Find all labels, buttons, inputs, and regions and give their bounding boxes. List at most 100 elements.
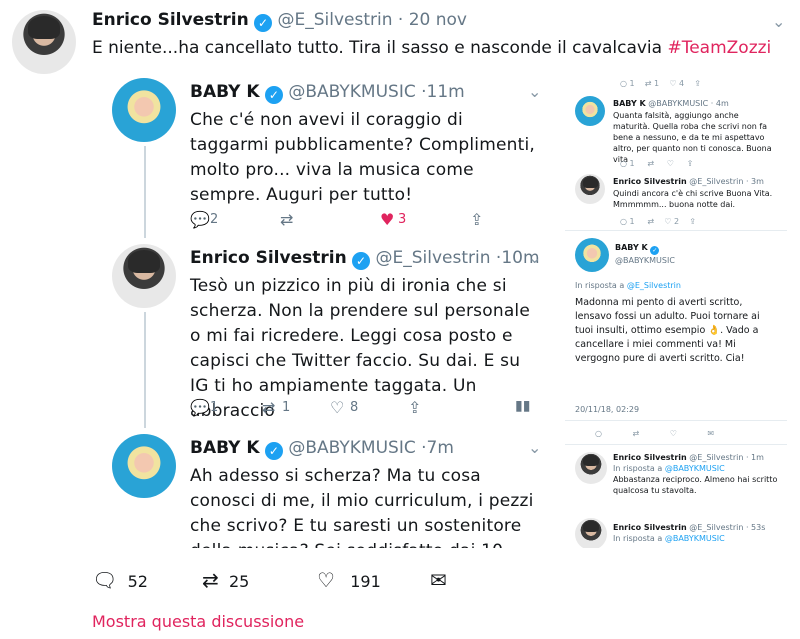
mini-handle: @E_Silvestrin xyxy=(689,177,744,186)
babyk-avatar xyxy=(112,434,176,498)
mini-count: 1 xyxy=(654,79,660,88)
like-button[interactable]: ♡ 191 xyxy=(317,568,381,592)
hashtag-link[interactable]: #TeamZozzi xyxy=(667,38,771,58)
message-button[interactable]: ✉ xyxy=(430,568,447,592)
mini-actions-top: ○ 1 ⇄ 1 ♡ 4 ⇪ xyxy=(620,78,701,89)
reply-link: @E_Silvestrin xyxy=(626,281,681,290)
mini-handle: @BABYKMUSIC xyxy=(615,256,675,265)
quoted-name: BABY K xyxy=(190,438,260,458)
analytics-icon: ▮▮ xyxy=(515,398,531,414)
chevron-down-icon: ⌄ xyxy=(528,82,542,101)
mini-name: BABY K xyxy=(613,99,646,108)
mini-handle: @E_Silvestrin xyxy=(689,453,744,462)
heart-icon: ♡ xyxy=(317,568,335,592)
share-icon: ⇪ xyxy=(408,398,422,417)
mini-enrico-avatar xyxy=(575,518,607,548)
mini-count: 1 xyxy=(629,159,635,168)
retweet-icon: ⇄ xyxy=(262,398,276,417)
share-icon: ✉ xyxy=(707,429,715,438)
mini-reply-to: In risposta a @E_Silvestrin xyxy=(575,280,681,291)
mini-reply-to: In risposta a @BABYKMUSIC xyxy=(613,533,725,544)
quoted-tweet-3: BABY K ✓ @BABYKMUSIC ·7m ⌄ Ah adesso si … xyxy=(92,426,552,548)
mini-count: 1 xyxy=(629,79,635,88)
mini-time: · 1m xyxy=(745,453,764,462)
thread-line xyxy=(144,146,146,238)
reply-icon: 💬 xyxy=(190,398,210,417)
reply-button[interactable]: 🗨 52 xyxy=(92,568,148,592)
mail-icon: ✉ xyxy=(430,568,447,592)
share-icon: ⇪ xyxy=(689,217,696,226)
separator: · xyxy=(397,10,404,30)
reply-prefix: In risposta a xyxy=(575,281,627,290)
chevron-down-icon: ⌄ xyxy=(528,438,542,457)
like-count: 8 xyxy=(350,400,359,415)
reply-count: 2 xyxy=(210,212,219,227)
mini-header: BABY K ✓ @BABYKMUSIC xyxy=(615,242,675,266)
retweet-icon: ⇄ xyxy=(647,217,655,226)
reply-icon: 💬 xyxy=(190,210,210,229)
heart-icon: ♡ xyxy=(666,159,674,168)
mini-header: Enrico Silvestrin @E_Silvestrin · 1m xyxy=(613,452,764,463)
show-thread-link[interactable]: Mostra questa discussione xyxy=(92,612,304,631)
author-name[interactable]: Enrico Silvestrin xyxy=(92,10,249,30)
retweet-button[interactable]: ⇄ 25 xyxy=(202,568,249,592)
reply-icon: ○ xyxy=(620,159,627,168)
retweet-count: 1 xyxy=(282,400,291,415)
quoted-handle: @BABYKMUSIC xyxy=(288,82,416,102)
mini-name: Enrico Silvestrin xyxy=(613,523,687,532)
author-avatar[interactable] xyxy=(12,10,76,74)
retweet-count: 25 xyxy=(228,572,250,591)
thread-line xyxy=(144,312,146,428)
share-icon: ⇪ xyxy=(686,159,694,168)
author-handle[interactable]: @E_Silvestrin xyxy=(277,10,392,30)
quoted-name: Enrico Silvestrin xyxy=(190,248,347,268)
retweet-icon: ⇄ xyxy=(647,159,655,168)
mini-header: Enrico Silvestrin @E_Silvestrin · 53s xyxy=(613,522,765,533)
mini-time: · 53s xyxy=(745,523,766,532)
quoted-time: 7m xyxy=(426,438,454,458)
mini-actions: ○ 1 ⇄ ♡ 2 ⇪ xyxy=(620,216,696,227)
tweet-text: E niente...ha cancellato tutto. Tira il … xyxy=(92,38,771,58)
mini-text: Quindi ancora c'è chi scrive Buona Vita.… xyxy=(613,189,773,209)
mini-reply-to: In risposta a @BABYKMUSIC xyxy=(613,463,725,474)
mini-header: Enrico Silvestrin @E_Silvestrin · 3m xyxy=(613,176,764,187)
mini-babyk-avatar xyxy=(575,96,605,126)
enrico-avatar xyxy=(112,244,176,308)
heart-icon: ♡ xyxy=(669,79,677,88)
quoted-text: Tesò un pizzico in più di ironia che si … xyxy=(190,276,531,421)
mini-count: 2 xyxy=(673,217,680,226)
retweet-icon: ⇄ xyxy=(644,79,652,88)
mini-actions: ○ ⇄ ♡ ✉ xyxy=(595,428,714,439)
divider xyxy=(565,230,787,231)
mini-text: Quanta falsità, aggiungo anche maturità.… xyxy=(613,111,772,164)
quoted-handle: @BABYKMUSIC xyxy=(288,438,416,458)
quoted-time: 11m xyxy=(426,82,465,102)
mini-handle: @E_Silvestrin xyxy=(689,523,744,532)
embedded-image-mini-thread[interactable]: ○ 1 ⇄ 1 ♡ 4 ⇪ BABY K @BABYKMUSIC · 4m Qu… xyxy=(565,70,787,548)
reply-link: @BABYKMUSIC xyxy=(664,534,725,543)
chevron-down-icon[interactable]: ⌄ xyxy=(772,12,785,31)
heart-icon: ♡ xyxy=(330,398,345,417)
quoted-handle: @E_Silvestrin xyxy=(375,248,491,268)
mini-enrico-avatar xyxy=(575,174,605,204)
mini-babyk-avatar xyxy=(575,238,609,272)
mini-name: Enrico Silvestrin xyxy=(613,453,687,462)
mini-date: 20/11/18, 02:29 xyxy=(575,405,640,414)
tweet-date[interactable]: 20 nov xyxy=(409,10,467,30)
mini-time: · 3m xyxy=(745,177,764,186)
share-icon: ⇪ xyxy=(694,79,701,88)
heart-icon: ♡ xyxy=(669,429,677,438)
reply-icon: 🗨 xyxy=(92,568,118,592)
verified-icon: ✓ xyxy=(352,252,371,270)
reply-icon: ○ xyxy=(620,79,627,88)
mini-time: · 4m xyxy=(710,99,729,108)
divider xyxy=(565,420,787,421)
chevron-down-icon: ⌄ xyxy=(528,248,542,267)
mini-text-large: Madonna mi pento di averti scritto, lens… xyxy=(575,297,760,364)
retweet-icon: ⇄ xyxy=(202,568,219,592)
retweet-icon: ⇄ xyxy=(632,429,640,438)
mini-count: 4 xyxy=(679,79,685,88)
reply-link: @BABYKMUSIC xyxy=(664,464,725,473)
mini-name: Enrico Silvestrin xyxy=(613,177,687,186)
embedded-image-thread[interactable]: BABY K ✓ @BABYKMUSIC ·11m ⌄ Che c'é non … xyxy=(92,70,552,548)
